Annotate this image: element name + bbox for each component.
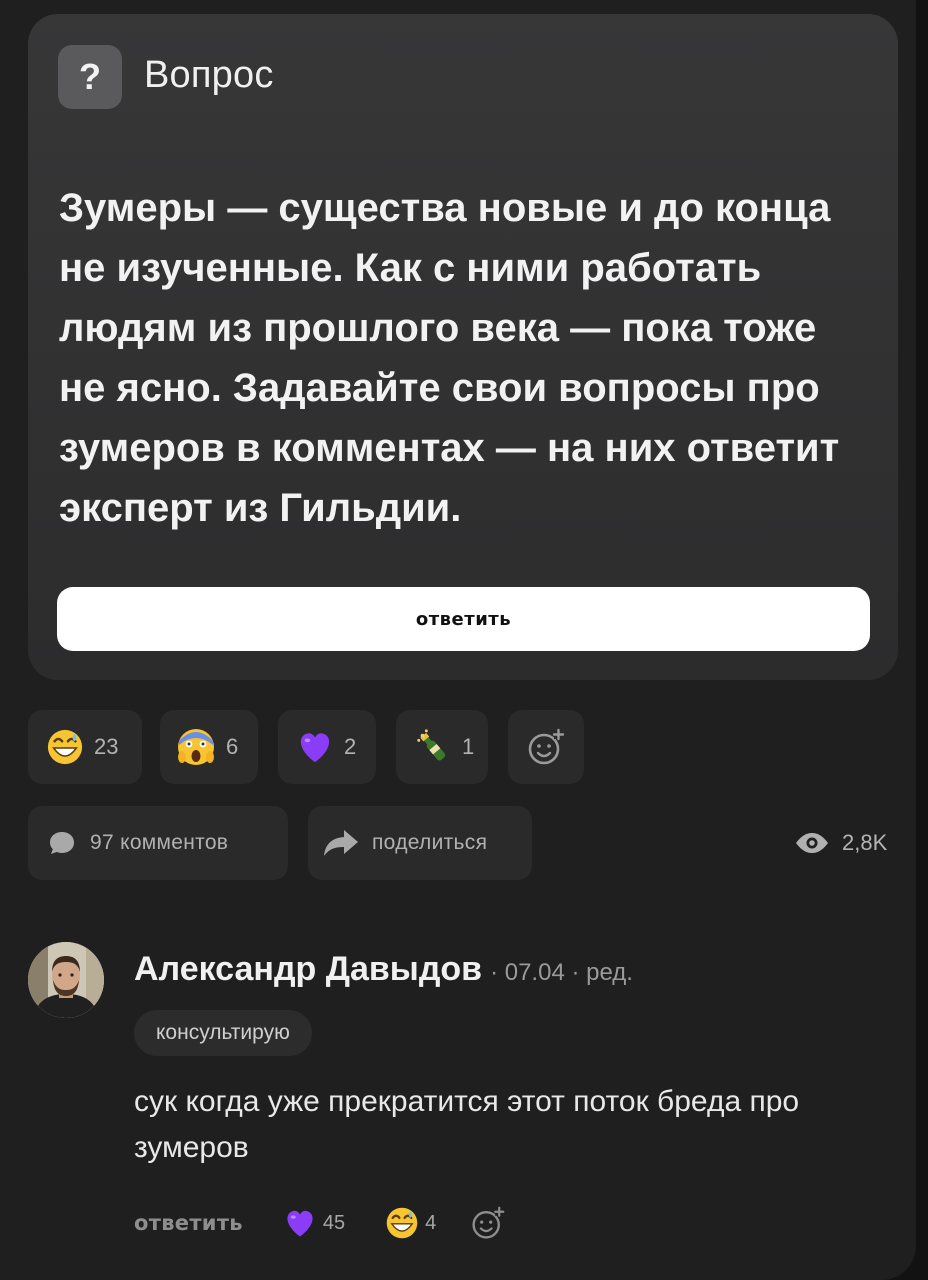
reaction-count: 1: [462, 734, 475, 759]
reaction-count: 45: [322, 1211, 346, 1234]
comments-button[interactable]: 97 комментов: [28, 806, 288, 880]
question-text: Зумеры — существа новые и до конца не из…: [59, 186, 840, 530]
reply-button[interactable]: ответить: [134, 1211, 243, 1235]
screaming-in-fear-emoji-icon: [178, 729, 214, 765]
views-count: 2,8K: [842, 830, 888, 855]
comment-reaction-heart[interactable]: 45: [283, 1207, 345, 1239]
comment-text: сук когда уже прекратится этот поток бре…: [134, 1085, 800, 1164]
views-counter: 2,8K: [794, 830, 887, 856]
author-name[interactable]: Александр Давыдов: [134, 950, 482, 989]
comment-reaction-laugh[interactable]: 4: [385, 1206, 436, 1240]
grinning-sweat-emoji-icon: [386, 1207, 418, 1239]
add-reaction-icon: [528, 728, 565, 765]
share-button[interactable]: поделиться: [308, 806, 532, 880]
question-card: ? Вопрос Зумеры — существа новые и до ко…: [28, 14, 898, 680]
reaction-chip-scream[interactable]: 6: [160, 710, 258, 784]
share-label: поделиться: [372, 831, 488, 854]
reaction-chip-champagne[interactable]: 1: [396, 710, 488, 784]
grinning-sweat-emoji-icon: [47, 729, 83, 765]
reaction-count: 6: [226, 734, 239, 759]
reaction-chip-heart[interactable]: 2: [278, 710, 376, 784]
comment-add-reaction-button[interactable]: [470, 1205, 506, 1241]
reaction-count: 2: [344, 734, 357, 759]
eye-icon: [796, 833, 828, 853]
comment-meta: · 07.04 · ред.: [490, 959, 633, 986]
reaction-chip-laugh[interactable]: 23: [28, 710, 142, 784]
comment-bubble-icon: [50, 832, 74, 854]
reaction-count: 4: [425, 1211, 437, 1234]
comment-actions: ответить 45 4: [134, 1205, 506, 1241]
author-tag: консультирую: [134, 1010, 312, 1056]
share-arrow-icon: [324, 830, 358, 856]
question-mark-icon: ?: [58, 45, 122, 109]
add-reaction-icon: [472, 1206, 505, 1239]
post-panel: ? Вопрос Зумеры — существа новые и до ко…: [0, 0, 916, 1280]
purple-heart-emoji-icon: [300, 733, 330, 763]
avatar-photo: [28, 942, 104, 1018]
add-reaction-button[interactable]: [508, 710, 584, 784]
reaction-count: 23: [94, 734, 119, 759]
comment-header: Александр Давыдов · 07.04 · ред.: [134, 950, 633, 989]
champagne-bottle-emoji-icon: [417, 729, 446, 761]
answer-button[interactable]: ответить: [57, 587, 870, 651]
purple-heart-emoji-icon: [287, 1210, 313, 1237]
avatar[interactable]: [28, 942, 104, 1018]
comments-label: 97 комментов: [90, 831, 229, 854]
question-title: Вопрос: [144, 54, 274, 96]
